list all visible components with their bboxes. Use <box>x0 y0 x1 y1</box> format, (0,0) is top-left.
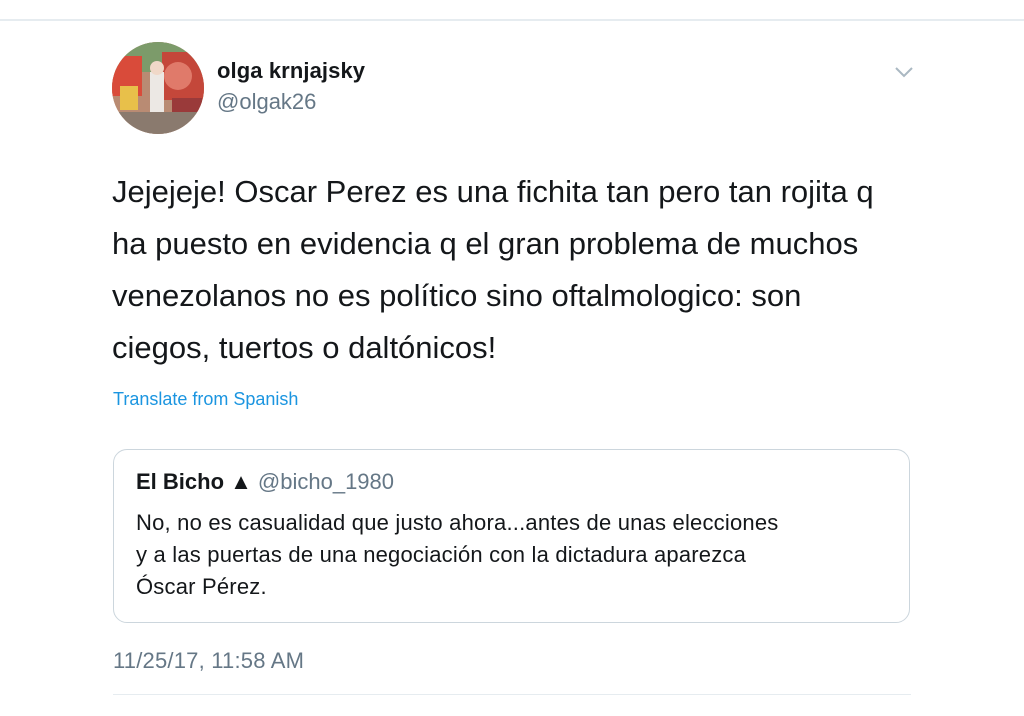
quoted-tweet-header: El Bicho ▲ @bicho_1980 <box>136 469 394 495</box>
display-name[interactable]: olga krnjajsky <box>217 58 365 84</box>
tweet-timestamp[interactable]: 11/25/17, 11:58 AM <box>113 648 304 674</box>
avatar[interactable] <box>112 42 204 134</box>
avatar-image <box>112 42 204 134</box>
chevron-down-icon[interactable] <box>892 62 916 82</box>
tweet-text: Jejejeje! Oscar Perez es una fichita tan… <box>112 174 874 365</box>
top-divider <box>0 19 1024 21</box>
user-handle[interactable]: @olgak26 <box>217 89 316 115</box>
quoted-tweet-text: No, no es casualidad que justo ahora...a… <box>136 510 779 599</box>
quoted-user-handle: @bicho_1980 <box>257 469 395 494</box>
bottom-divider <box>113 694 911 695</box>
quoted-display-name: El Bicho ▲ <box>136 469 252 494</box>
translate-link[interactable]: Translate from Spanish <box>113 389 298 410</box>
tweet-page: olga krnjajsky @olgak26 Jejejeje! Oscar … <box>0 0 1024 716</box>
quoted-tweet-card[interactable]: El Bicho ▲ @bicho_1980 No, no es casualid… <box>113 449 910 623</box>
